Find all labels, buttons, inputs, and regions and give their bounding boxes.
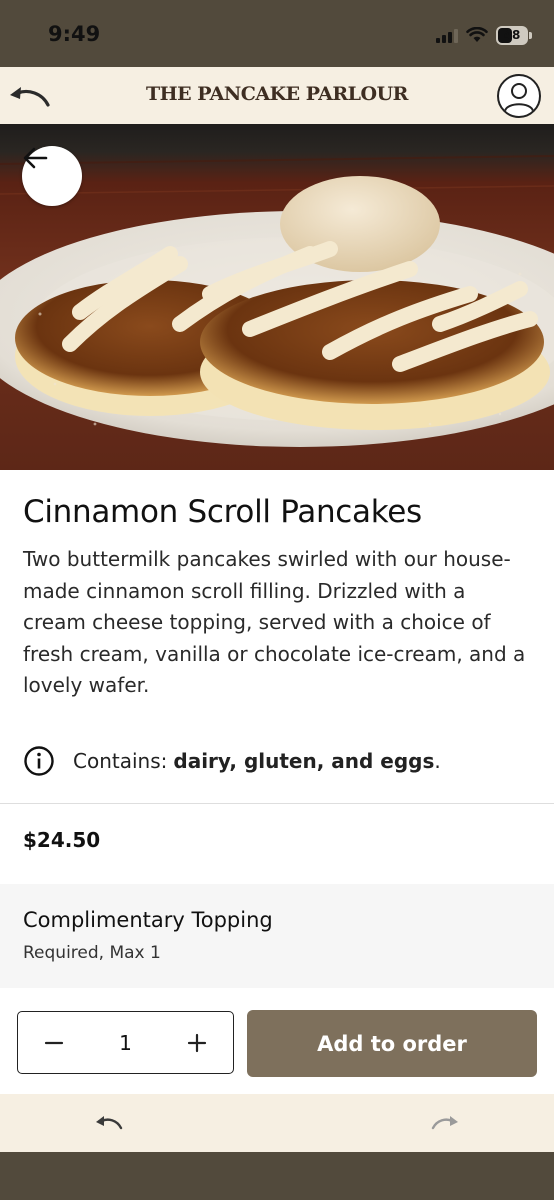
quantity-value: 1: [119, 1030, 132, 1055]
allergen-prefix: Contains:: [73, 749, 168, 773]
battery-icon: 48: [496, 25, 532, 45]
user-circle-icon: [504, 83, 534, 112]
status-bar: 9:49 48: [0, 0, 554, 67]
pancakes-illustration: [0, 155, 554, 447]
item-description: Two buttermilk pancakes swirled with our…: [23, 547, 526, 697]
decrease-quantity-button[interactable]: [18, 1012, 90, 1073]
allergen-suffix: .: [434, 749, 441, 773]
wifi-icon: [466, 27, 488, 42]
home-indicator-area: [0, 1152, 554, 1200]
cellular-signal-icon: [436, 27, 458, 43]
divider: [0, 803, 554, 804]
browser-back-icon[interactable]: [94, 1114, 124, 1132]
increase-quantity-button[interactable]: [161, 1012, 233, 1073]
info-icon: [24, 746, 54, 776]
plus-icon: [187, 1033, 207, 1052]
status-icons: 48: [436, 24, 532, 46]
item-photo: [0, 124, 554, 470]
app-header: THE PANCAKE PARLOUR: [0, 67, 554, 125]
account-button[interactable]: [497, 74, 541, 118]
option-group-complimentary-topping[interactable]: Complimentary Topping Required, Max 1: [0, 884, 554, 988]
allergen-list: dairy, gluten, and eggs: [173, 749, 435, 773]
quantity-stepper: 1: [17, 1011, 234, 1074]
brand-logo[interactable]: THE PANCAKE PARLOUR: [0, 83, 554, 105]
minus-icon: [44, 1041, 64, 1044]
battery-level: 48: [503, 28, 521, 42]
item-price: $24.50: [23, 828, 101, 852]
item-title: Cinnamon Scroll Pancakes: [23, 494, 422, 530]
option-group-requirement: Required, Max 1: [23, 943, 161, 963]
browser-toolbar: [0, 1094, 554, 1152]
option-group-title: Complimentary Topping: [23, 908, 273, 932]
browser-forward-icon[interactable]: [430, 1114, 460, 1132]
back-button[interactable]: [22, 146, 82, 206]
status-time: 9:49: [48, 22, 101, 46]
add-to-order-button[interactable]: Add to order: [247, 1010, 537, 1077]
arrow-left-icon: [23, 147, 48, 169]
allergen-info: Contains: dairy, gluten, and eggs .: [23, 745, 441, 777]
